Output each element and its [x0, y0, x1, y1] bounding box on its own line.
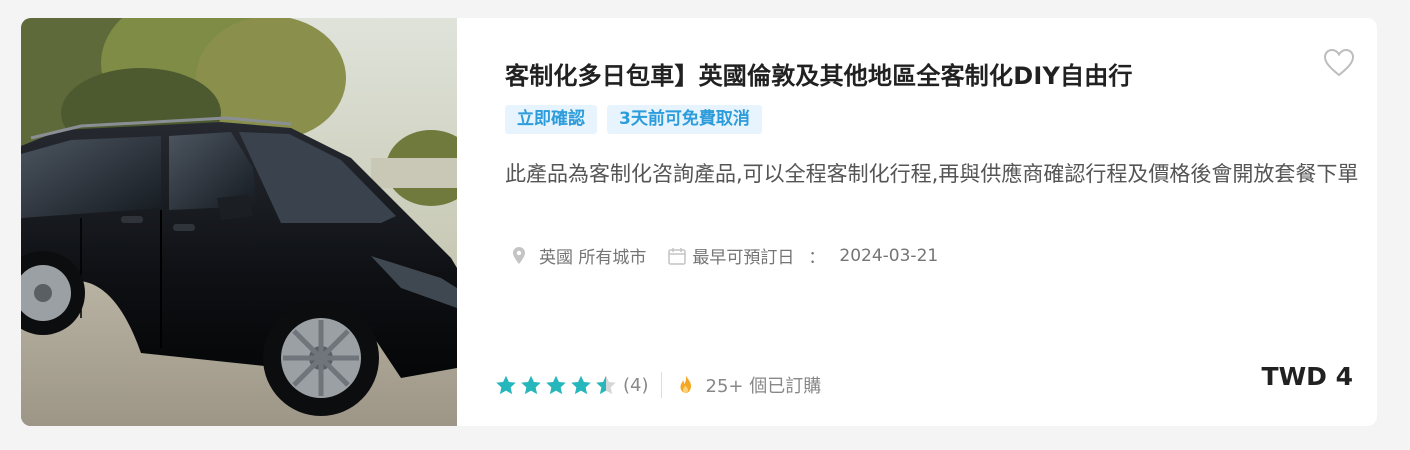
- location-text: 英國 所有城市: [539, 248, 647, 268]
- earliest-date: 2024-03-21: [839, 245, 939, 266]
- product-description: 此產品為客制化咨詢產品,可以全程客制化行程,再與供應商確認行程及價格後會開放套餐…: [505, 162, 1359, 186]
- rating-row: (4) 25+ 個已訂購: [495, 372, 821, 398]
- star-icon: [521, 375, 541, 394]
- star-icon: [496, 375, 516, 394]
- rating-divider: [660, 372, 662, 398]
- tag-free-cancel: 3天前可免費取消: [607, 105, 762, 134]
- review-count[interactable]: (4): [623, 375, 649, 396]
- heart-outline-icon[interactable]: [1323, 48, 1355, 78]
- booked-count: 25+ 個已訂購: [705, 376, 822, 397]
- product-title[interactable]: 客制化多日包車】英國倫敦及其他地區全客制化DIY自由行: [505, 56, 1133, 91]
- calendar-icon: [668, 247, 687, 265]
- van-photo: [21, 18, 457, 426]
- star-icon: [546, 375, 566, 394]
- star-half-icon: [596, 375, 616, 394]
- earliest-date-label: 最早可預訂日: [692, 248, 795, 268]
- date-separator: ：: [808, 248, 826, 268]
- product-meta: 英國 所有城市 最早可預訂日 ： 2024-03-21: [513, 243, 938, 268]
- product-image[interactable]: [21, 18, 457, 426]
- tag-instant-confirm: 立即確認: [505, 105, 597, 134]
- tag-list: 立即確認 3天前可免費取消: [505, 105, 762, 134]
- star-icon: [571, 375, 591, 394]
- product-info: 客制化多日包車】英國倫敦及其他地區全客制化DIY自由行 立即確認 3天前可免費取…: [457, 18, 1377, 426]
- product-price: TWD 4: [1261, 362, 1353, 391]
- product-card[interactable]: 客制化多日包車】英國倫敦及其他地區全客制化DIY自由行 立即確認 3天前可免費取…: [21, 18, 1377, 426]
- rating-stars: [495, 375, 617, 396]
- fire-icon: [678, 375, 694, 395]
- map-pin-icon: [513, 247, 525, 264]
